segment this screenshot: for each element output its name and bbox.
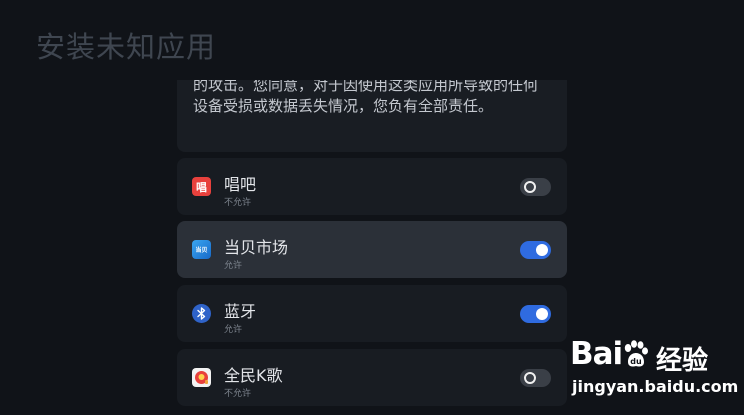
kge-icon — [195, 371, 208, 384]
baidu-paw-icon: du — [624, 340, 648, 367]
app-name: 唱吧 — [224, 175, 257, 194]
changba-app-icon: 唱 — [192, 177, 211, 196]
bluetooth-icon — [197, 307, 206, 320]
toggle-knob — [524, 372, 536, 384]
install-permission-toggle[interactable] — [520, 178, 551, 196]
dangbei-market-app-icon: 当贝 — [192, 240, 211, 259]
dangbei-icon-glyph: 当贝 — [195, 247, 208, 254]
app-status: 允许 — [224, 325, 243, 335]
svg-text:du: du — [630, 357, 642, 366]
app-name: 当贝市场 — [224, 238, 289, 257]
install-permission-toggle[interactable] — [520, 369, 551, 387]
toggle-knob — [536, 308, 548, 320]
toggle-knob — [524, 181, 536, 193]
toggle-knob — [536, 244, 548, 256]
app-name: 蓝牙 — [224, 302, 257, 321]
install-permission-toggle[interactable] — [520, 305, 551, 323]
app-row-changba[interactable]: 唱 唱吧 不允许 — [177, 158, 567, 215]
app-status: 允许 — [224, 261, 243, 271]
app-status: 不允许 — [224, 198, 252, 208]
changba-icon-glyph: 唱 — [196, 180, 207, 194]
install-permission-toggle[interactable] — [520, 241, 551, 259]
quanmin-kge-app-icon — [192, 368, 211, 387]
notice-text: 的攻击。您同意，对于因使用这类应用所导致的任何设备受损或数据丢失情况，您负有全部… — [193, 80, 539, 115]
app-list: 的攻击。您同意，对于因使用这类应用所导致的任何设备受损或数据丢失情况，您负有全部… — [177, 0, 567, 415]
app-row-dangbei-market[interactable]: 当贝 当贝市场 允许 — [177, 221, 567, 278]
watermark-url: jingyan.baidu.com — [572, 377, 739, 396]
watermark-logo-text: Bai — [570, 336, 623, 372]
watermark-jingyan-text: 经验 — [656, 346, 709, 376]
install-warning-notice: 的攻击。您同意，对于因使用这类应用所导致的任何设备受损或数据丢失情况，您负有全部… — [177, 80, 567, 152]
app-row-bluetooth[interactable]: 蓝牙 允许 — [177, 285, 567, 342]
bluetooth-app-icon — [192, 304, 211, 323]
baidu-jingyan-watermark: Bai du 经验 jingyan.baidu.com — [560, 336, 740, 406]
app-name: 全民K歌 — [224, 366, 283, 385]
app-row-quanmin-kge[interactable]: 全民K歌 不允许 — [177, 349, 567, 406]
app-status: 不允许 — [224, 389, 252, 399]
